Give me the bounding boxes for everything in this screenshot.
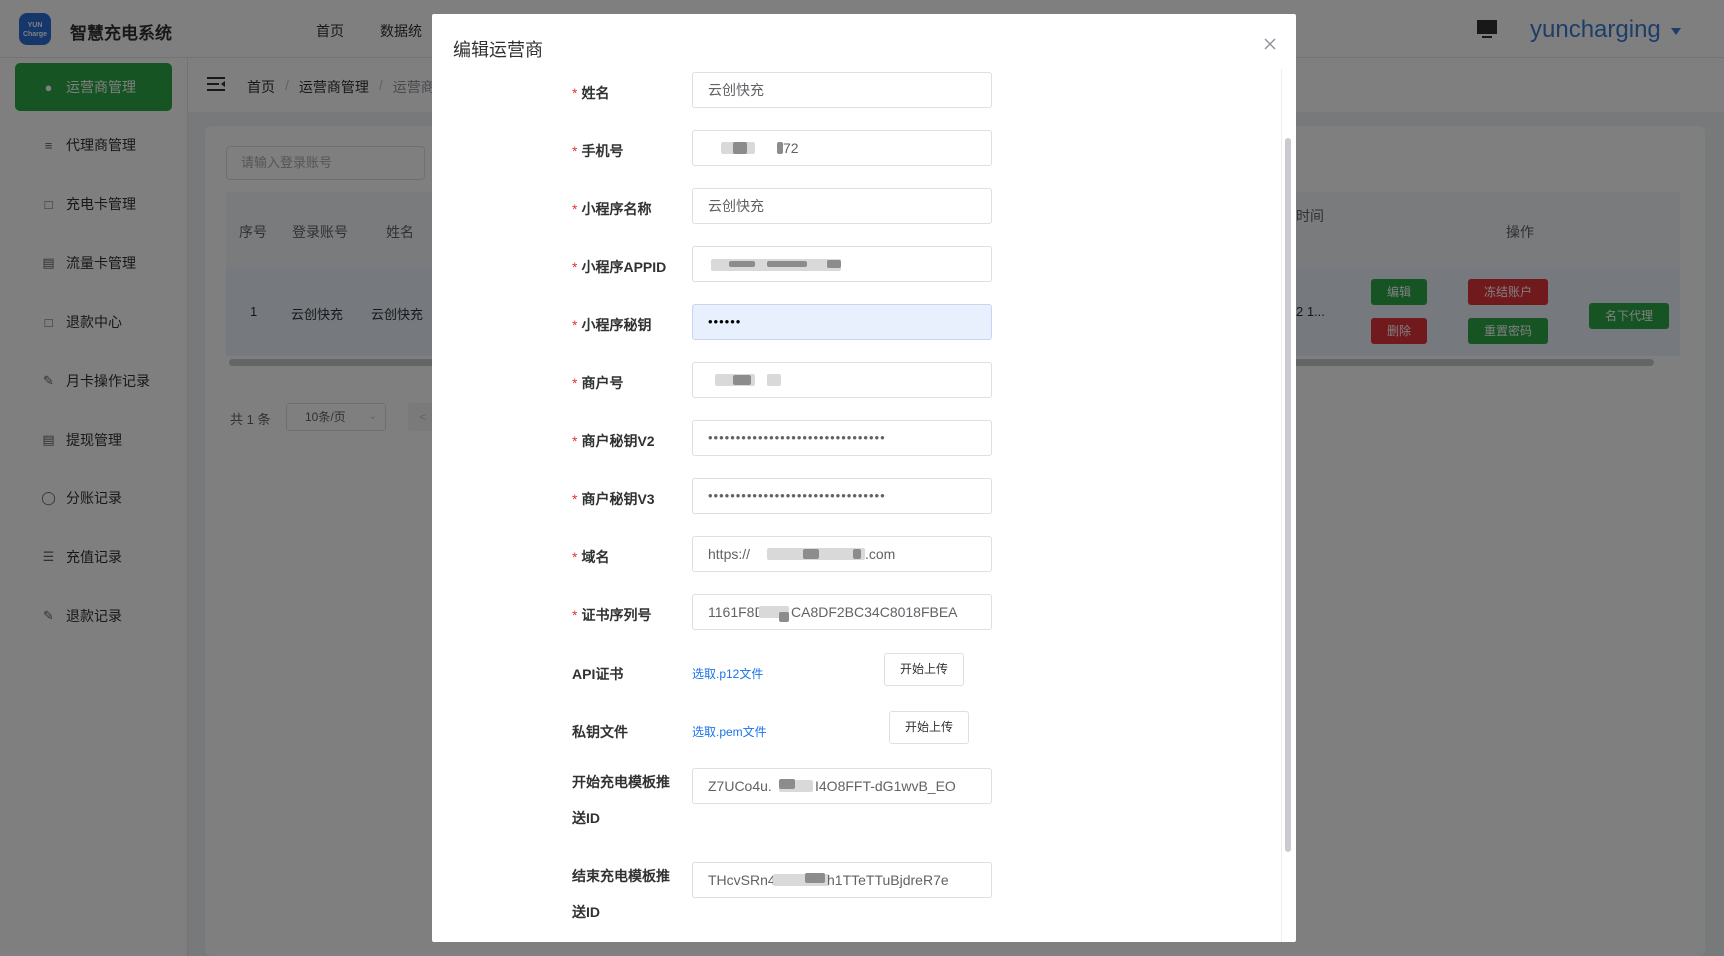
end-template-suffix: h1TTeTTuBjdreR7e — [827, 872, 949, 888]
domain-suffix: .com — [865, 546, 896, 562]
form-row-mp-secret: * 小程序秘钥 •••••• — [432, 304, 1272, 344]
start-template-suffix: I4O8FFT-dG1wvB_EO — [815, 778, 956, 794]
form-row-end-template: 结束充电模板推送ID THcvSRn4 h1TTeTTuBjdreR7e — [432, 862, 1272, 942]
form-row-mp-name: * 小程序名称 — [432, 188, 1272, 228]
form-row-appid: * 小程序APPID — [432, 246, 1272, 286]
form-row-key-v2: * 商户秘钥V2 •••••••••••••••••••••••••••••••• — [432, 420, 1272, 460]
form-row-key-v3: * 商户秘钥V3 •••••••••••••••••••••••••••••••• — [432, 478, 1272, 518]
private-key-label: 私钥文件 — [572, 724, 628, 740]
appid-field[interactable] — [692, 246, 992, 282]
select-p12-link[interactable]: 选取.p12文件 — [692, 665, 763, 682]
mp-name-field[interactable] — [692, 188, 992, 224]
cert-serial-suffix: CA8DF2BC34C8018FBEA — [791, 604, 958, 620]
form-row-phone: * 手机号 72 — [432, 130, 1272, 170]
phone-value: 72 — [783, 140, 799, 156]
mp-name-label: * 小程序名称 — [572, 201, 652, 217]
form-row-cert-serial: * 证书序列号 1161F8D CA8DF2BC34C8018FBEA — [432, 594, 1272, 634]
name-field[interactable] — [692, 72, 992, 108]
cert-serial-label: * 证书序列号 — [572, 607, 652, 623]
upload-private-key-button[interactable]: 开始上传 — [889, 711, 969, 744]
merchant-label: * 商户号 — [572, 375, 624, 391]
api-cert-label: API证书 — [572, 666, 624, 682]
form-row-private-key: 私钥文件 选取.pem文件 开始上传 — [432, 711, 1272, 751]
start-template-field[interactable]: Z7UCo4u. I4O8FFT-dG1wvB_EO — [692, 768, 992, 804]
dialog-title: 编辑运营商 — [453, 40, 543, 60]
end-template-label: 结束充电模板推送ID — [572, 868, 670, 920]
end-template-prefix: THcvSRn4 — [708, 872, 776, 888]
key-v3-field[interactable]: •••••••••••••••••••••••••••••••• — [692, 478, 992, 514]
key-v2-field[interactable]: •••••••••••••••••••••••••••••••• — [692, 420, 992, 456]
dialog-scrollbar[interactable] — [1285, 138, 1291, 852]
domain-label: * 域名 — [572, 549, 610, 565]
edit-operator-dialog: 编辑运营商 *姓名 *手机号 72 *小程序名称 *小程序APPID — [432, 14, 1296, 942]
upload-api-cert-button[interactable]: 开始上传 — [884, 653, 964, 686]
mp-secret-label: * 小程序秘钥 — [572, 317, 652, 333]
form-row-name: * 姓名 — [432, 72, 1272, 112]
mp-secret-field[interactable]: •••••• — [692, 304, 992, 340]
close-icon[interactable] — [1262, 36, 1278, 52]
cert-serial-field[interactable]: 1161F8D CA8DF2BC34C8018FBEA — [692, 594, 992, 630]
domain-field[interactable]: https:// .com — [692, 536, 992, 572]
select-pem-link[interactable]: 选取.pem文件 — [692, 723, 767, 740]
key-v3-label: * 商户秘钥V3 — [572, 491, 655, 507]
appid-label: * 小程序APPID — [572, 259, 667, 275]
cert-serial-prefix: 1161F8D — [708, 604, 765, 620]
merchant-field[interactable] — [692, 362, 992, 398]
phone-field[interactable]: 72 — [692, 130, 992, 166]
start-template-prefix: Z7UCo4u. — [708, 778, 772, 794]
end-template-field[interactable]: THcvSRn4 h1TTeTTuBjdreR7e — [692, 862, 992, 898]
form-row-merchant: * 商户号 — [432, 362, 1272, 402]
domain-prefix: https:// — [708, 546, 751, 562]
phone-label: * 手机号 — [572, 143, 624, 159]
form-row-start-template: 开始充电模板推送ID Z7UCo4u. I4O8FFT-dG1wvB_EO — [432, 768, 1272, 848]
form-row-api-cert: API证书 选取.p12文件 开始上传 — [432, 653, 1272, 693]
key-v2-label: * 商户秘钥V2 — [572, 433, 655, 449]
name-label: * 姓名 — [572, 85, 610, 101]
start-template-label: 开始充电模板推送ID — [572, 774, 670, 826]
form-row-domain: * 域名 https:// .com — [432, 536, 1272, 576]
